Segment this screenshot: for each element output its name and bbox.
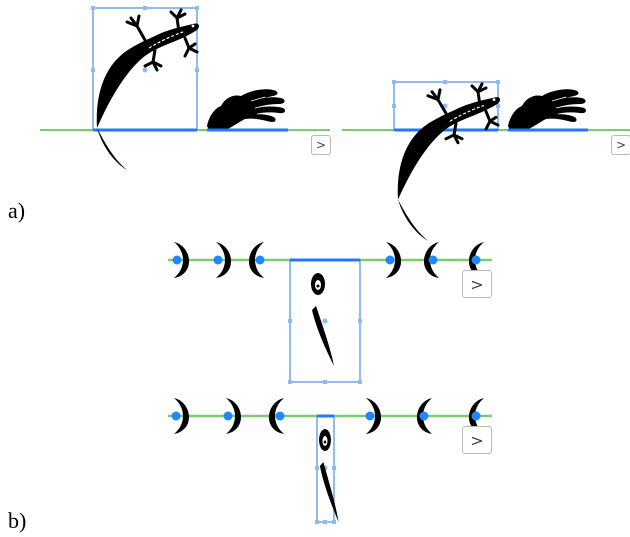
exclamation-glyph-icon-compressed	[319, 429, 339, 522]
chevron-right-icon: >	[470, 430, 484, 450]
panel-label-a: a)	[8, 198, 26, 223]
chevron-right-icon: >	[615, 138, 627, 152]
lizard-icon-lowered	[396, 82, 502, 243]
chevron-right-icon: >	[470, 274, 484, 294]
anchor-point[interactable]	[213, 255, 223, 265]
anchor-point[interactable]	[255, 255, 265, 265]
anchor-point[interactable]	[419, 411, 429, 421]
next-button[interactable]: >	[462, 270, 492, 298]
anchor-point[interactable]	[428, 255, 438, 265]
selection-box-b-top[interactable]	[288, 258, 362, 384]
anchor-point[interactable]	[365, 411, 375, 421]
anchor-point[interactable]	[171, 411, 181, 421]
chevron-right-icon: >	[315, 138, 327, 152]
anchor-point[interactable]	[385, 255, 395, 265]
next-button[interactable]: >	[311, 135, 331, 155]
diagram-canvas	[40, 6, 630, 524]
lizard-icon	[95, 8, 201, 172]
selection-box-a-left[interactable]	[91, 6, 199, 132]
anchor-point[interactable]	[275, 411, 285, 421]
exclamation-glyph-icon	[311, 273, 334, 366]
anchor-point[interactable]	[223, 411, 233, 421]
hand-icon	[206, 88, 286, 131]
anchor-point[interactable]	[172, 255, 182, 265]
anchor-point[interactable]	[471, 411, 481, 421]
panel-label-b: b)	[8, 508, 27, 533]
next-button[interactable]: >	[611, 135, 630, 155]
next-button[interactable]: >	[462, 426, 492, 454]
anchor-point[interactable]	[471, 255, 481, 265]
hand-icon	[507, 88, 587, 131]
